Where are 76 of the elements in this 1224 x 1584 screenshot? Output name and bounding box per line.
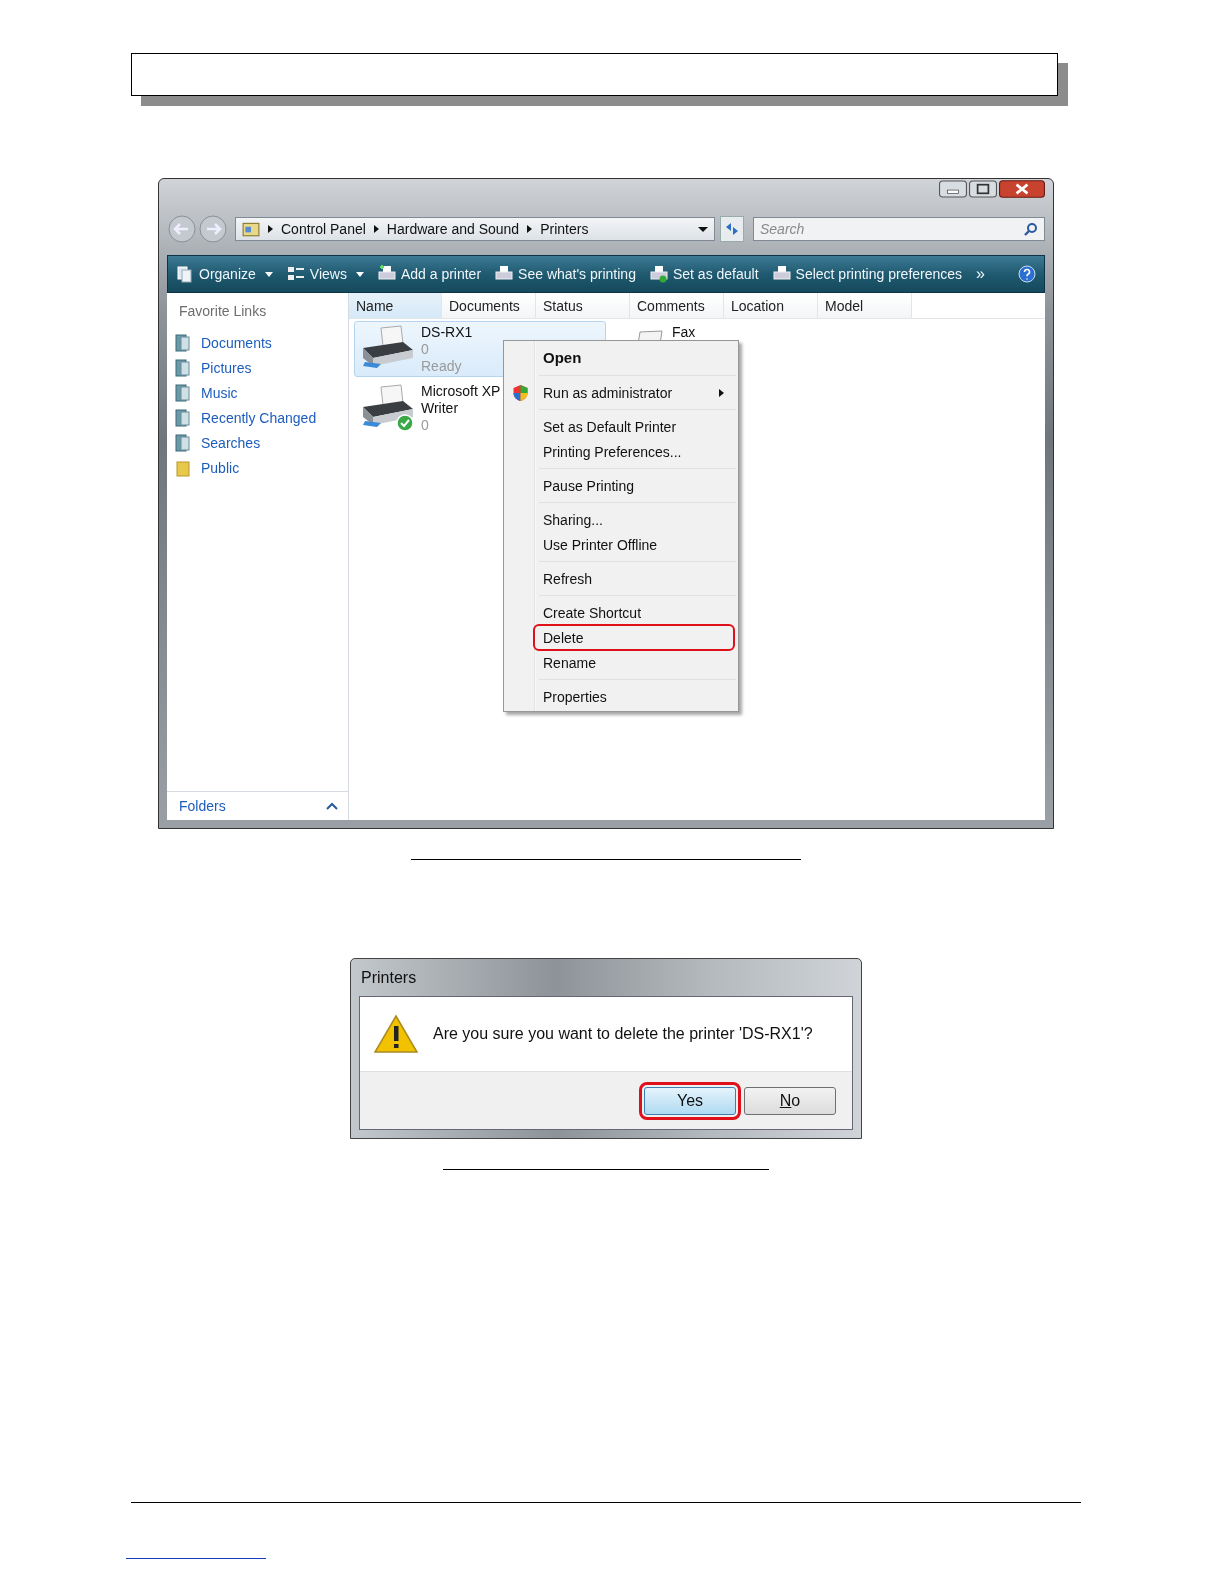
- column-header[interactable]: Documents: [442, 293, 536, 318]
- toolbar-button[interactable]: Set as default: [649, 265, 759, 283]
- caret-icon: [355, 271, 364, 277]
- toolbar-button[interactable]: Organize: [176, 265, 273, 283]
- maximize-icon[interactable]: [969, 180, 997, 198]
- shield-icon: [512, 383, 529, 402]
- toolbar-button[interactable]: Select printing preferences: [772, 265, 963, 283]
- column-header[interactable]: Name: [349, 293, 442, 318]
- help-icon[interactable]: [1018, 265, 1036, 283]
- favorite-link[interactable]: Recently Changed: [167, 405, 348, 430]
- printer-icon: [649, 265, 668, 283]
- refresh-icon[interactable]: [719, 216, 745, 242]
- breadcrumb[interactable]: Hardware and Sound: [386, 221, 520, 237]
- search-icon[interactable]: [1024, 222, 1038, 236]
- dialog-button[interactable]: No: [744, 1086, 836, 1115]
- menu-item[interactable]: Run as administrator: [506, 380, 736, 405]
- item-text: 0: [421, 417, 430, 434]
- list-icon: [286, 265, 305, 283]
- item-text: Microsoft XP: [421, 383, 501, 400]
- favorite-link[interactable]: Music: [167, 380, 348, 405]
- printer-icon: [772, 265, 791, 283]
- column-header[interactable]: Status: [536, 293, 630, 318]
- favorite-link[interactable]: Public: [167, 455, 348, 480]
- pages-icon: [176, 265, 194, 283]
- favorite-link[interactable]: Pictures: [167, 355, 348, 380]
- dialog-message: Are you sure you want to delete the printer 'DS-RX1'?: [433, 1025, 813, 1043]
- menu-item[interactable]: Printing Preferences...: [506, 439, 736, 464]
- menu-item[interactable]: Set as Default Printer: [506, 414, 736, 439]
- library-icon: [175, 383, 191, 402]
- toolbar-button[interactable]: Add a printer: [377, 265, 482, 283]
- warning-icon: [373, 1014, 419, 1054]
- library-icon: [175, 408, 191, 427]
- folder-icon: [175, 458, 191, 477]
- address-bar[interactable]: Control Panel Hardware and Sound Printers: [235, 217, 715, 241]
- menu-item[interactable]: Pause Printing: [506, 473, 736, 498]
- item-text: Ready: [421, 358, 463, 375]
- library-icon: [175, 333, 191, 352]
- menu-item[interactable]: Refresh: [506, 566, 736, 591]
- menu-item[interactable]: Sharing...: [506, 507, 736, 532]
- favorite-link[interactable]: Searches: [167, 430, 348, 455]
- item-text: 0: [421, 341, 430, 358]
- item-text: DS-RX1: [421, 324, 473, 341]
- dropdown-arrow-icon[interactable]: [698, 226, 708, 232]
- printer-icon: [495, 265, 514, 283]
- column-header[interactable]: Model: [818, 293, 912, 318]
- menu-item[interactable]: Delete: [534, 625, 734, 650]
- menu-item[interactable]: Rename: [506, 650, 736, 675]
- item-text: Writer: [421, 400, 460, 417]
- overflow-button[interactable]: »: [976, 265, 985, 283]
- breadcrumb[interactable]: Printers: [540, 221, 589, 237]
- printer-icon: [377, 265, 396, 283]
- item-text: Fax: [672, 324, 696, 341]
- toolbar-button[interactable]: Views: [286, 265, 364, 283]
- menu-item[interactable]: Create Shortcut: [506, 600, 736, 625]
- search-field[interactable]: Search: [753, 217, 1045, 241]
- close-icon[interactable]: [999, 180, 1045, 198]
- minimize-icon[interactable]: [939, 180, 967, 198]
- menu-item[interactable]: Properties: [506, 684, 736, 709]
- breadcrumb-arrow-icon: [373, 225, 379, 233]
- breadcrumb-arrow-icon: [268, 225, 273, 233]
- caret-icon: [264, 271, 273, 277]
- control-panel-icon: [242, 220, 260, 238]
- folders-bar[interactable]: Folders: [167, 791, 348, 820]
- column-header[interactable]: Comments: [630, 293, 724, 318]
- pane-heading: Favorite Links: [178, 303, 268, 319]
- favorite-link[interactable]: Documents: [167, 330, 348, 355]
- column-header[interactable]: Location: [724, 293, 818, 318]
- chevron-up-icon: [326, 802, 338, 810]
- breadcrumb[interactable]: Control Panel: [281, 221, 366, 237]
- menu-item[interactable]: Use Printer Offline: [506, 532, 736, 557]
- dialog-title: Printers: [360, 967, 418, 988]
- toolbar-button[interactable]: See what's printing: [495, 265, 636, 283]
- library-icon: [175, 433, 191, 452]
- submenu-arrow-icon: [719, 388, 724, 397]
- breadcrumb-arrow-icon: [527, 225, 533, 233]
- library-icon: [175, 358, 191, 377]
